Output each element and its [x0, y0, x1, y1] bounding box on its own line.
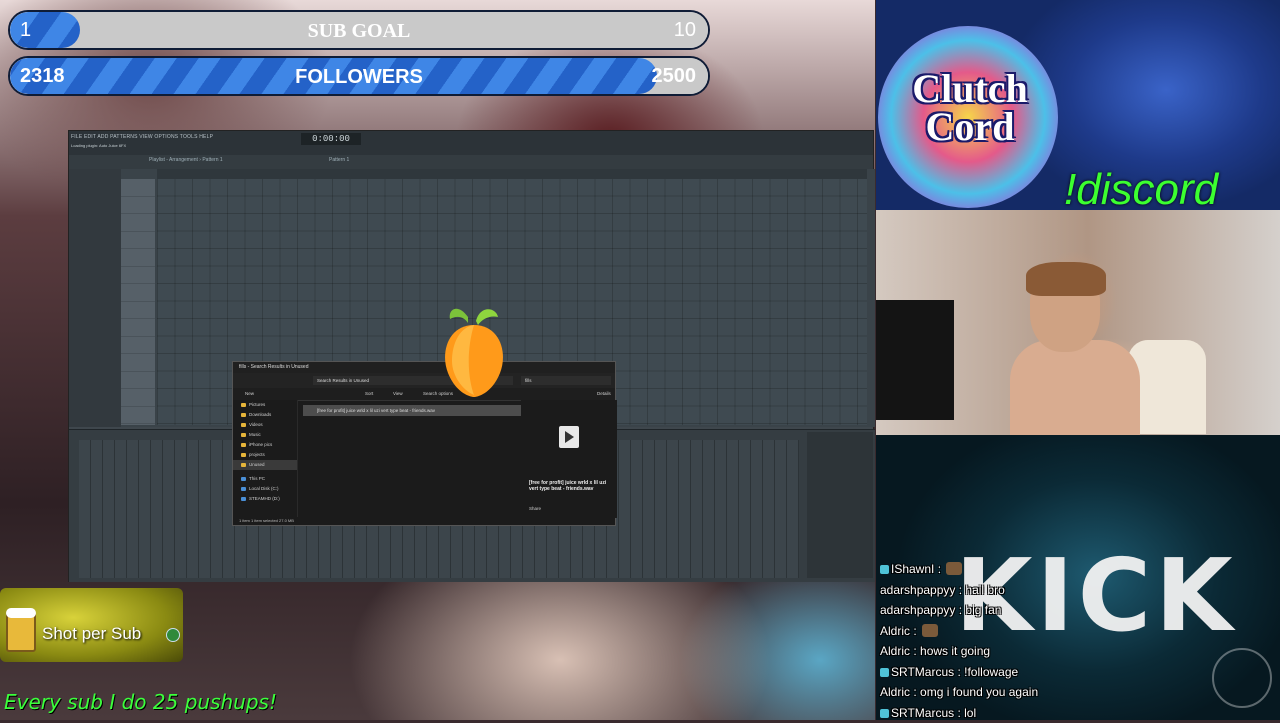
chat-message: Aldric : hows it going — [880, 641, 1260, 662]
chat-message: Aldric : — [880, 621, 1260, 642]
daw-playlist-toolbar: Playlist - Arrangement › Pattern 1 Patte… — [69, 155, 873, 170]
nav-item[interactable]: Videos — [233, 420, 297, 430]
explorer-status-bar: 1 item 1 item selected 27.0 MB — [233, 517, 615, 525]
sub-goal-title: SUB GOAL — [10, 20, 708, 43]
sub-goal-bar: 1 SUB GOAL 10 — [8, 10, 710, 50]
sort-button[interactable]: Sort — [365, 391, 373, 396]
chat-emote-icon — [922, 624, 938, 637]
nav-item[interactable]: Music — [233, 430, 297, 440]
nav-item[interactable]: This PC — [233, 474, 297, 484]
nav-item[interactable]: iPhone pics — [233, 440, 297, 450]
fl-studio-logo-icon — [438, 303, 510, 399]
preview-file-name: [free for profit] juice wrld x lil uzi v… — [529, 480, 613, 492]
chat-separator: : — [955, 603, 965, 617]
details-button[interactable]: Details — [597, 391, 611, 396]
followers-target: 2500 — [652, 65, 697, 88]
chat-text: lol — [964, 706, 976, 720]
explorer-title: fills - Search Results in Unused — [233, 362, 615, 373]
nav-item-selected[interactable]: Unused — [233, 460, 297, 470]
chat-message: Aldric : omg i found you again — [880, 682, 1260, 703]
webcam-person-body — [1010, 340, 1140, 436]
new-button[interactable]: New — [245, 391, 254, 396]
chat-separator: : — [955, 583, 965, 597]
playlist-browser — [69, 169, 121, 427]
chat-badge-icon — [880, 565, 889, 574]
audio-file-icon — [559, 426, 579, 448]
chat-username[interactable]: Aldric — [880, 644, 910, 658]
explorer-address-bar: Search Results in Unused fills — [233, 373, 615, 388]
pushups-text: Every sub I do 25 pushups! — [4, 690, 277, 714]
playlist-title: Playlist - Arrangement › Pattern 1 — [149, 157, 223, 163]
preview-pane: [free for profit] juice wrld x lil uzi v… — [521, 400, 617, 518]
followers-goal-bar: 2318 FOLLOWERS 2500 — [8, 56, 710, 96]
chat-separator: : — [954, 665, 964, 679]
chat-badge-icon — [880, 709, 889, 718]
chat-separator: : — [934, 562, 944, 576]
shot-per-sub-label: Shot per Sub — [42, 624, 141, 644]
chat-username[interactable]: IShawnI — [891, 562, 934, 576]
beer-mug-icon — [6, 612, 36, 652]
chat-text: omg i found you again — [920, 685, 1038, 699]
chat-separator: : — [910, 624, 920, 638]
chat-username[interactable]: SRTMarcus — [891, 706, 954, 720]
chat-username[interactable]: adarshpappyy — [880, 603, 955, 617]
followers-title: FOLLOWERS — [10, 66, 708, 89]
explorer-nav-pane: Pictures Downloads Videos Music iPhone p… — [233, 400, 298, 518]
chat-text: hail bro — [965, 583, 1004, 597]
file-row-selected[interactable]: [free for profit] juice wrld x lil uzi v… — [303, 405, 521, 416]
sub-goal-target: 10 — [674, 19, 696, 42]
view-button[interactable]: View — [393, 391, 403, 396]
chat-separator: : — [910, 644, 920, 658]
chat-feed: IShawnI : adarshpappyy : hail broadarshp… — [880, 559, 1260, 723]
pattern-selector[interactable]: Pattern 1 — [329, 157, 349, 163]
daw-toolbar: FILE EDIT ADD PATTERNS VIEW OPTIONS TOOL… — [69, 131, 873, 156]
nav-item[interactable]: Pictures — [233, 400, 297, 410]
share-button[interactable]: Share — [529, 506, 541, 511]
chat-separator: : — [910, 685, 920, 699]
file-explorer-window: fills - Search Results in Unused Search … — [232, 361, 616, 526]
chat-message: adarshpappyy : hail bro — [880, 580, 1260, 601]
chat-username[interactable]: Aldric — [880, 685, 910, 699]
chat-text: big fan — [965, 603, 1001, 617]
mixer-insert-panel — [807, 432, 873, 578]
chat-emote-icon — [946, 562, 962, 575]
chat-message: adarshpappyy : big fan — [880, 600, 1260, 621]
nav-item[interactable]: projects — [233, 450, 297, 460]
chat-text: !followage — [964, 665, 1018, 679]
chat-message: SRTMarcus : !followage — [880, 662, 1260, 683]
chat-username[interactable]: adarshpappyy — [880, 583, 955, 597]
shot-indicator-icon — [166, 628, 180, 642]
chat-badge-icon — [880, 668, 889, 677]
daw-menu-bar[interactable]: FILE EDIT ADD PATTERNS VIEW OPTIONS TOOL… — [71, 134, 213, 140]
daw-time-display: 0:00:00 — [301, 133, 361, 145]
chat-separator: : — [954, 706, 964, 720]
nav-item[interactable]: Local Disk (C:) — [233, 484, 297, 494]
track-list — [121, 179, 155, 425]
chat-message: IShawnI : — [880, 559, 1260, 580]
nav-item[interactable]: Downloads — [233, 410, 297, 420]
webcam-monitor — [876, 300, 954, 420]
chat-text: hows it going — [920, 644, 990, 658]
chat-username[interactable]: SRTMarcus — [891, 665, 954, 679]
clutch-cord-text: Clutch Cord — [880, 70, 1060, 146]
webcam-person-hair — [1026, 262, 1106, 296]
chat-username[interactable]: Aldric — [880, 624, 910, 638]
nav-item[interactable]: STEAMHD (D:) — [233, 494, 297, 504]
daw-hint-text: Loading plugin: Auto Juice 6FX — [71, 143, 126, 148]
discord-command: !discord — [1064, 168, 1218, 212]
search-field[interactable]: fills — [521, 376, 611, 385]
